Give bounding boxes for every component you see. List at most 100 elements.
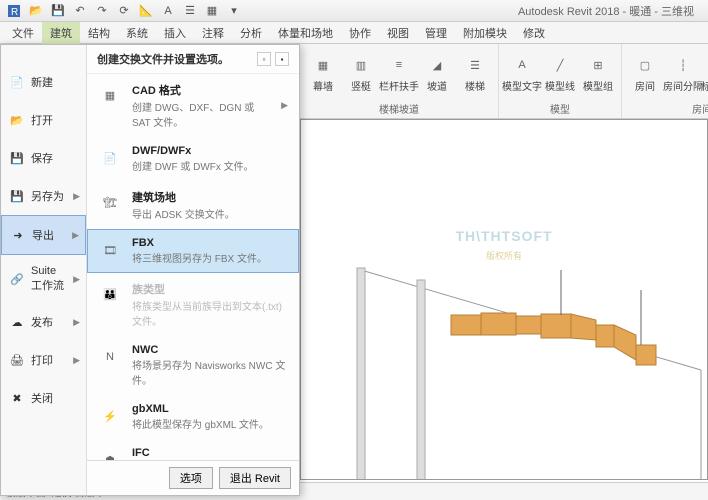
chevron-right-icon: ▶ <box>73 355 80 366</box>
export-family[interactable]: 👪族类型将族类型从当前族导出到文本(.txt)文件。 <box>87 273 299 336</box>
export-cad[interactable]: ▦CAD 格式创建 DWG、DXF、DGN 或 SAT 文件。▶ <box>87 74 299 137</box>
menu-item-管理[interactable]: 管理 <box>417 22 455 44</box>
site-icon: 🏗 <box>96 189 124 215</box>
measure-icon[interactable]: 📐 <box>136 2 156 20</box>
recent-small-icon[interactable]: ▫ <box>257 52 271 66</box>
app-menu-right: 创建交换文件并设置选项。 ▫ ▪ ▦CAD 格式创建 DWG、DXF、DGN 或… <box>87 45 299 495</box>
ribbon-标记房间[interactable]: 🏷标记房间 <box>704 46 708 101</box>
grid-icon: ▦ <box>312 54 334 76</box>
menu-item-视图[interactable]: 视图 <box>379 22 417 44</box>
qat-btn[interactable]: ▦ <box>202 2 222 20</box>
ribbon-坡道[interactable]: ◢坡道 <box>420 46 454 101</box>
titlebar: R 📂 💾 ↶ ↷ ⟳ 📐 A ☰ ▦ ▾ Autodesk Revit 201… <box>0 0 708 22</box>
export-nwc[interactable]: NNWC将场景另存为 Navisworks NWC 文件。 <box>87 336 299 395</box>
group-icon: ⊞ <box>587 54 609 76</box>
window-title: Autodesk Revit 2018 - 暖通 - 三维视 <box>518 3 694 19</box>
export-list: ▦CAD 格式创建 DWG、DXF、DGN 或 SAT 文件。▶📄DWF/DWF… <box>87 74 299 460</box>
menu-item-分析[interactable]: 分析 <box>232 22 270 44</box>
menu-item-注释[interactable]: 注释 <box>194 22 232 44</box>
undo-icon[interactable]: ↶ <box>70 2 90 20</box>
menu-publish[interactable]: ☁发布▶ <box>1 303 86 341</box>
open-icon[interactable]: 📂 <box>26 2 46 20</box>
menu-save[interactable]: 💾保存 <box>1 139 86 177</box>
redo-icon[interactable]: ↷ <box>92 2 112 20</box>
new-icon: 📄 <box>7 73 27 91</box>
ribbon-模型组[interactable]: ⊞模型组 <box>581 46 615 101</box>
ribbon-房间分隔[interactable]: ┆房间分隔 <box>666 46 700 101</box>
export-gbxml[interactable]: ⚡gbXML将此模型保存为 gbXML 文件。 <box>87 395 299 439</box>
ribbon-group: A模型文字╱模型线⊞模型组模型 <box>499 44 622 118</box>
revit-logo-icon[interactable]: R <box>4 2 24 20</box>
export-fbx[interactable]: 🎞FBX将三维视图另存为 FBX 文件。 <box>87 229 299 273</box>
ribbon-group-label: 房间和面积 ▾ <box>692 101 708 116</box>
menu-item-附加模块[interactable]: 附加模块 <box>455 22 515 44</box>
nwc-icon: N <box>96 344 124 370</box>
bars-icon: ▥ <box>350 54 372 76</box>
menu-open[interactable]: 📂打开 <box>1 101 86 139</box>
qat-dropdown-icon[interactable]: ▾ <box>224 2 244 20</box>
menu-item-插入[interactable]: 插入 <box>156 22 194 44</box>
menu-suite[interactable]: 🔗Suite 工作流▶ <box>1 255 86 303</box>
menu-item-结构[interactable]: 结构 <box>80 22 118 44</box>
ribbon-楼梯[interactable]: ☰楼梯 <box>458 46 492 101</box>
3d-model-render <box>301 120 707 479</box>
ifc-icon: ⬢ <box>96 447 124 460</box>
close-icon: ✖ <box>7 389 27 407</box>
ribbon-幕墙[interactable]: ▦幕墙 <box>306 46 340 101</box>
svg-text:R: R <box>11 7 18 18</box>
ramp-icon: ◢ <box>426 54 448 76</box>
stairs-icon: ☰ <box>464 54 486 76</box>
ribbon-房间[interactable]: ▢房间 <box>628 46 662 101</box>
export-ifc[interactable]: ⬢IFC保存 IFC 文件。 <box>87 439 299 460</box>
menu-item-建筑[interactable]: 建筑 <box>42 22 80 44</box>
line-icon: ╱ <box>549 54 571 76</box>
gbxml-icon: ⚡ <box>96 403 124 429</box>
exit-revit-button[interactable]: 退出 Revit <box>219 467 291 489</box>
menu-print[interactable]: 🖨打印▶ <box>1 341 86 379</box>
export-dwf[interactable]: 📄DWF/DWFx创建 DWF 或 DWFx 文件。 <box>87 137 299 181</box>
menu-item-系统[interactable]: 系统 <box>118 22 156 44</box>
ribbon-竖梃[interactable]: ▥竖梃 <box>344 46 378 101</box>
menu-item-修改[interactable]: 修改 <box>515 22 553 44</box>
ribbon-group-label: 楼梯坡道 <box>379 101 419 116</box>
save-icon[interactable]: 💾 <box>48 2 68 20</box>
menu-item-文件[interactable]: 文件 <box>4 22 42 44</box>
ribbon-模型文字[interactable]: A模型文字 <box>505 46 539 101</box>
saveas-icon: 💾 <box>7 187 27 205</box>
save-icon: 💾 <box>7 149 27 167</box>
app-menu-footer: 选项 退出 Revit <box>87 460 299 495</box>
ribbon-group: ▢房间┆房间分隔🏷标记房间▭面积▧面积边界房间和面积 ▾ <box>622 44 708 118</box>
room-icon: ▢ <box>634 54 656 76</box>
watermark-sub: 版权所有 <box>486 249 522 262</box>
chevron-right-icon: ▶ <box>72 230 79 241</box>
menu-saveas[interactable]: 💾另存为▶ <box>1 177 86 215</box>
options-button[interactable]: 选项 <box>169 467 213 489</box>
recent-large-icon[interactable]: ▪ <box>275 52 289 66</box>
cad-icon: ▦ <box>96 82 124 108</box>
ribbon-栏杆扶手[interactable]: ≡栏杆扶手 <box>382 46 416 101</box>
menu-export[interactable]: ➜导出▶ <box>1 215 86 255</box>
ribbon-group-label: 模型 <box>550 101 570 116</box>
chevron-right-icon: ▶ <box>73 191 80 202</box>
qat-btn[interactable]: ☰ <box>180 2 200 20</box>
export-panel-toolbar: ▫ ▪ <box>257 52 289 66</box>
menu-item-体量和场地[interactable]: 体量和场地 <box>270 22 341 44</box>
sep-icon: ┆ <box>672 54 694 76</box>
suite-icon: 🔗 <box>7 270 27 288</box>
print-icon: 🖨 <box>7 351 27 369</box>
rail-icon: ≡ <box>388 54 410 76</box>
export-icon: ➜ <box>8 226 28 244</box>
open-icon: 📂 <box>7 111 27 129</box>
sync-icon[interactable]: ⟳ <box>114 2 134 20</box>
export-site[interactable]: 🏗建筑场地导出 ADSK 交换文件。 <box>87 181 299 229</box>
text-icon[interactable]: A <box>158 2 178 20</box>
chevron-right-icon: ▶ <box>73 274 80 285</box>
fbx-icon: 🎞 <box>96 237 124 263</box>
chevron-right-icon: ▶ <box>281 100 288 111</box>
model-viewport[interactable]: TH\THTSOFT 版权所有 <box>300 119 708 480</box>
menu-new[interactable]: 📄新建 <box>1 63 86 101</box>
family-icon: 👪 <box>96 281 124 307</box>
menu-close[interactable]: ✖关闭 <box>1 379 86 417</box>
ribbon-模型线[interactable]: ╱模型线 <box>543 46 577 101</box>
menu-item-协作[interactable]: 协作 <box>341 22 379 44</box>
